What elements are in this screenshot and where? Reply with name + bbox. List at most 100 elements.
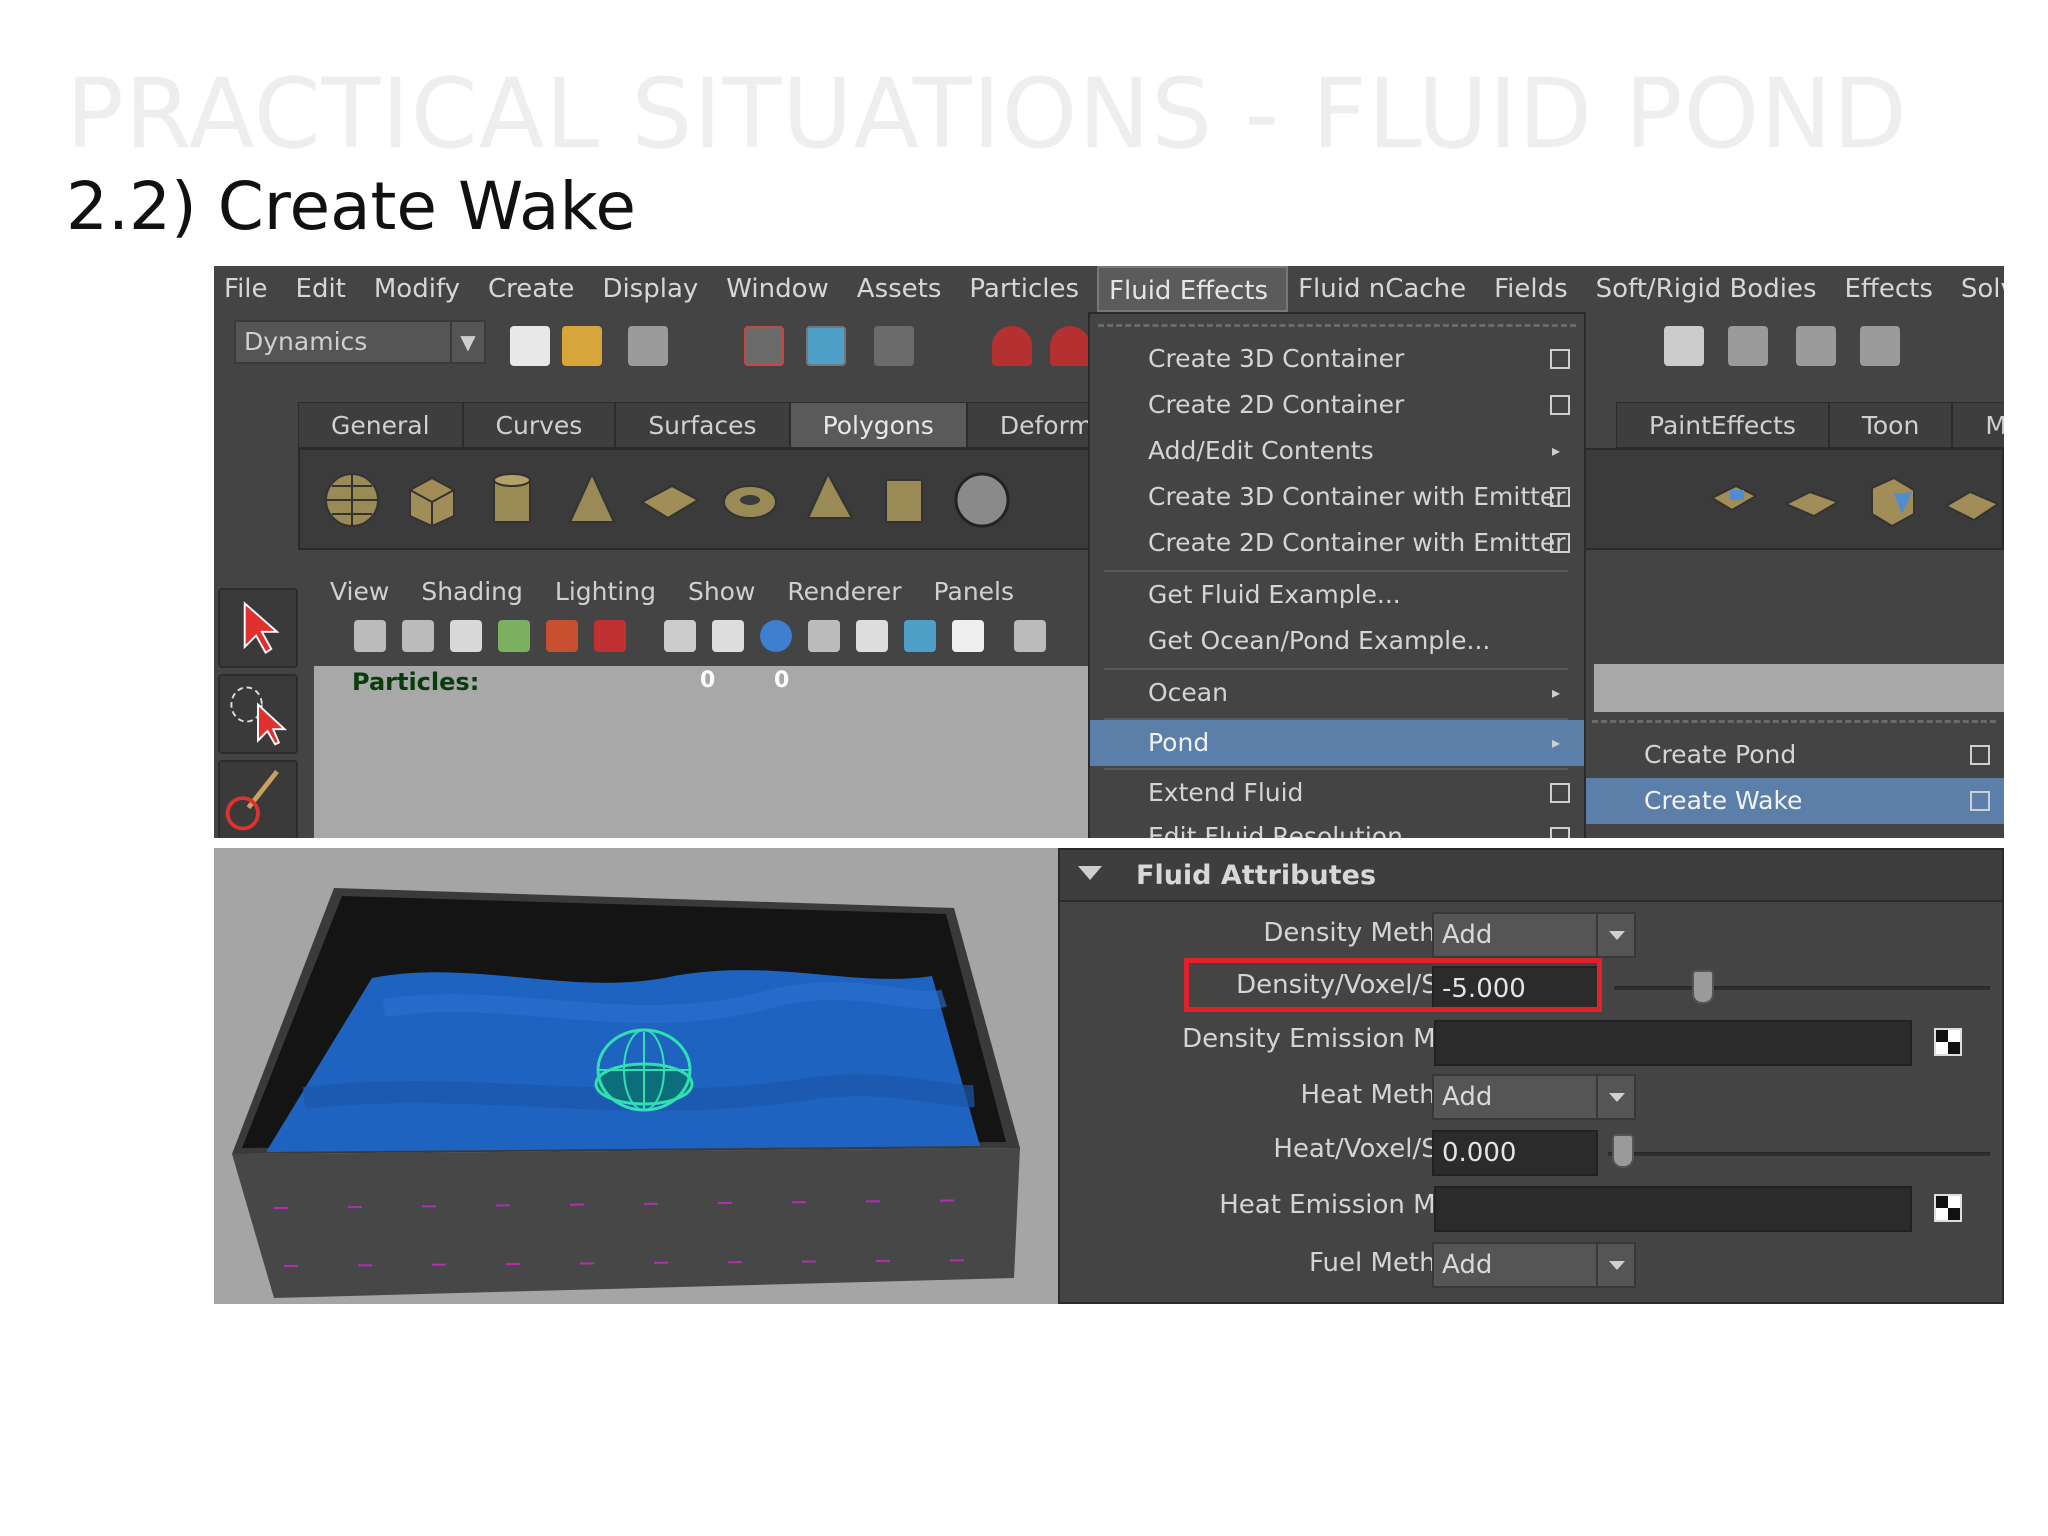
option-box-icon[interactable] — [1550, 783, 1570, 803]
shelf-tab-surfaces[interactable]: Surfaces — [615, 402, 790, 448]
menu-item-create-wake[interactable]: Create Wake — [1586, 778, 2004, 824]
hud-text-icon[interactable] — [952, 620, 984, 652]
textured-icon[interactable] — [904, 620, 936, 652]
two-d-pan-zoom-icon[interactable] — [546, 620, 578, 652]
option-box-icon[interactable] — [1550, 487, 1570, 507]
wake-emitter-icon[interactable] — [594, 1028, 694, 1112]
poly-cube-icon[interactable] — [400, 468, 464, 532]
select-tool-button[interactable] — [218, 588, 298, 668]
poly-bridge-icon[interactable] — [1780, 468, 1844, 532]
shelf-tab-curves[interactable]: Curves — [462, 402, 616, 448]
menu-item-get-ocean-pond-example[interactable]: Get Ocean/Pond Example... — [1090, 618, 1584, 664]
poly-plane-icon[interactable] — [638, 468, 702, 532]
menu-item-add-edit-contents[interactable]: Add/Edit Contents ▸ — [1090, 428, 1584, 474]
perspective-viewport[interactable] — [214, 848, 1058, 1304]
poly-append-icon[interactable] — [1860, 468, 1924, 532]
camera-select-icon[interactable] — [354, 620, 386, 652]
menu-solvers[interactable]: Solvers — [1951, 266, 2004, 312]
menu-item-extend-fluid[interactable]: Extend Fluid — [1090, 770, 1584, 816]
menu-soft-rigid-bodies[interactable]: Soft/Rigid Bodies — [1586, 266, 1835, 312]
menu-item-create-pond[interactable]: Create Pond — [1586, 732, 2004, 778]
isolate-select-icon[interactable] — [1014, 620, 1046, 652]
poly-pipe-icon[interactable] — [872, 468, 936, 532]
fuel-method-dropdown[interactable]: Add — [1432, 1242, 1636, 1288]
menu-item-create-3d-container-emitter[interactable]: Create 3D Container with Emitter — [1090, 474, 1584, 520]
heat-voxel-field[interactable]: 0.000 — [1432, 1130, 1598, 1176]
select-component-icon[interactable] — [874, 326, 914, 366]
poly-soccer-ball-icon[interactable] — [950, 468, 1014, 532]
density-voxel-slider-handle[interactable] — [1692, 970, 1714, 1004]
menu-item-create-2d-container[interactable]: Create 2D Container — [1090, 382, 1584, 428]
option-box-icon[interactable] — [1970, 745, 1990, 765]
poly-extrude-icon[interactable] — [1702, 468, 1766, 532]
poly-cone-icon[interactable] — [560, 468, 624, 532]
menu-modify[interactable]: Modify — [364, 266, 478, 312]
shelf-tab-general[interactable]: General — [298, 402, 463, 448]
menu-fields[interactable]: Fields — [1484, 266, 1586, 312]
poly-pyramid-icon[interactable] — [796, 468, 860, 532]
menu-item-create-2d-container-emitter[interactable]: Create 2D Container with Emitter — [1090, 520, 1584, 566]
shelf-tab-toon[interactable]: Toon — [1828, 402, 1953, 448]
menu-fluid-effects[interactable]: Fluid Effects — [1097, 266, 1289, 312]
option-box-icon[interactable] — [1550, 395, 1570, 415]
panel-menu-show[interactable]: Show — [672, 577, 771, 606]
wireframe-shaded-icon[interactable] — [760, 620, 792, 652]
panel-menu-lighting[interactable]: Lighting — [539, 577, 672, 606]
menu-item-edit-fluid-resolution[interactable]: Edit Fluid Resolution — [1090, 814, 1584, 838]
grid-icon[interactable] — [664, 620, 696, 652]
shelf-tab-polygons[interactable]: Polygons — [789, 402, 967, 448]
ipr-render-icon[interactable] — [1796, 326, 1836, 366]
panel-menu-renderer[interactable]: Renderer — [771, 577, 917, 606]
heat-method-dropdown[interactable]: Add — [1432, 1074, 1636, 1120]
checker-map-icon[interactable] — [1934, 1194, 1962, 1222]
snap-grid-icon[interactable] — [992, 326, 1032, 366]
shelf-tab-muscle[interactable]: Mus — [1952, 402, 2004, 448]
menu-tear-off[interactable] — [1098, 324, 1576, 327]
image-plane-icon[interactable] — [498, 620, 530, 652]
bookmarks-icon[interactable] — [450, 620, 482, 652]
render-view-icon[interactable] — [1664, 326, 1704, 366]
menu-set-dropdown[interactable]: Dynamics ▼ — [234, 320, 486, 364]
menu-effects[interactable]: Effects — [1835, 266, 1951, 312]
panel-menu-panels[interactable]: Panels — [918, 577, 1030, 606]
render-settings-icon[interactable] — [1860, 326, 1900, 366]
menu-item-pond[interactable]: Pond ▸ — [1090, 720, 1584, 766]
menu-item-ocean[interactable]: Ocean ▸ — [1090, 670, 1584, 716]
film-gate-icon[interactable] — [712, 620, 744, 652]
smooth-shade-icon[interactable] — [808, 620, 840, 652]
menu-edit[interactable]: Edit — [286, 266, 364, 312]
checker-map-icon[interactable] — [1934, 1028, 1962, 1056]
heat-voxel-slider-track[interactable] — [1608, 1152, 1990, 1156]
option-box-icon[interactable] — [1550, 349, 1570, 369]
save-scene-icon[interactable] — [628, 326, 668, 366]
option-box-icon[interactable] — [1550, 827, 1570, 838]
menu-file[interactable]: File — [214, 266, 286, 312]
density-emission-map-field[interactable] — [1434, 1020, 1912, 1066]
menu-tear-off[interactable] — [1592, 720, 1996, 723]
density-voxel-slider-track[interactable] — [1614, 986, 1990, 990]
heat-voxel-slider-handle[interactable] — [1612, 1134, 1634, 1168]
option-box-icon[interactable] — [1550, 533, 1570, 553]
snap-curve-icon[interactable] — [1050, 326, 1090, 366]
menu-fluid-ncache[interactable]: Fluid nCache — [1288, 266, 1484, 312]
option-box-icon[interactable] — [1970, 791, 1990, 811]
poly-sphere-icon[interactable] — [320, 468, 384, 532]
camera-attributes-icon[interactable] — [402, 620, 434, 652]
menu-assets[interactable]: Assets — [847, 266, 960, 312]
collapse-triangle-icon[interactable] — [1078, 866, 1102, 880]
fluid-attributes-header[interactable]: Fluid Attributes — [1060, 850, 2002, 902]
grease-pencil-icon[interactable] — [594, 620, 626, 652]
select-object-icon[interactable] — [806, 326, 846, 366]
menu-display[interactable]: Display — [592, 266, 716, 312]
lasso-tool-button[interactable] — [218, 674, 298, 754]
select-hierarchy-icon[interactable] — [744, 326, 784, 366]
shelf-tab-painteffects[interactable]: PaintEffects — [1616, 402, 1829, 448]
poly-split-icon[interactable] — [1940, 468, 2004, 532]
menu-particles[interactable]: Particles — [959, 266, 1097, 312]
density-method-dropdown[interactable]: Add — [1432, 912, 1636, 958]
paint-select-tool-button[interactable] — [218, 760, 298, 838]
menu-item-get-fluid-example[interactable]: Get Fluid Example... — [1090, 572, 1584, 618]
xray-icon[interactable] — [856, 620, 888, 652]
panel-menu-view[interactable]: View — [314, 577, 405, 606]
menu-create[interactable]: Create — [478, 266, 592, 312]
